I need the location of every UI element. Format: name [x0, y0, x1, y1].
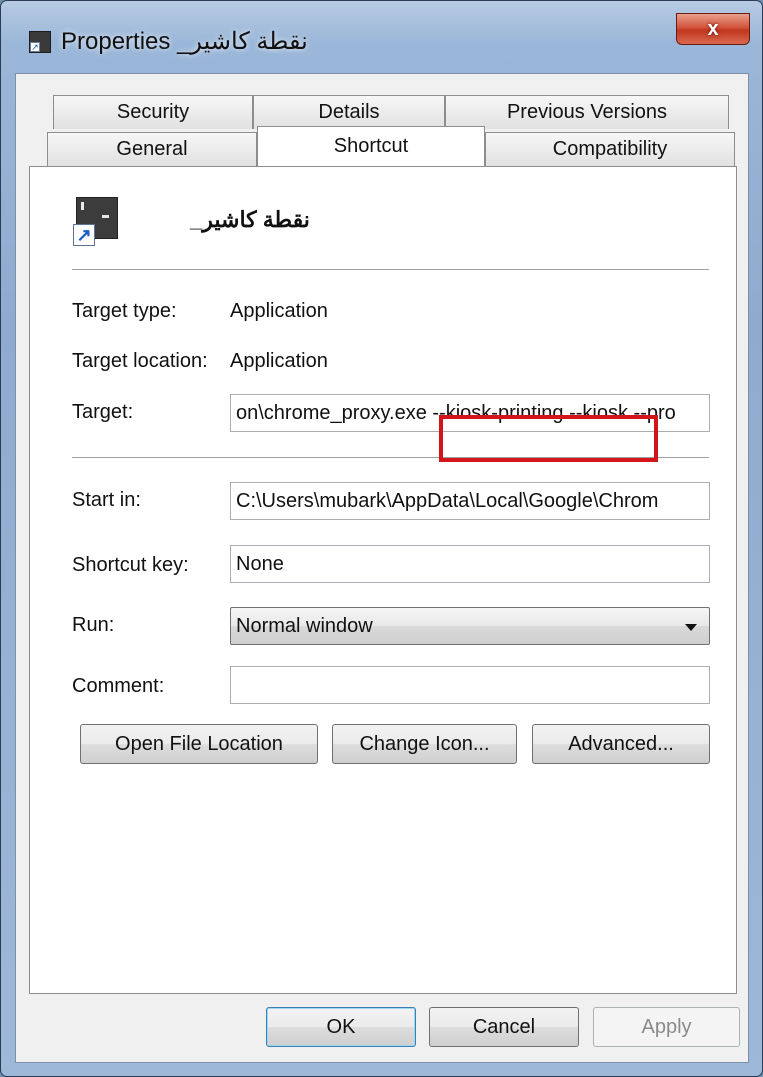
shortcut-arrow-icon: ↗: [30, 42, 40, 52]
close-button[interactable]: x: [676, 13, 750, 45]
window-title: نقطة كاشير_ Properties: [61, 28, 308, 55]
shortcut-key-input[interactable]: None: [230, 545, 710, 583]
open-file-location-button[interactable]: Open File Location: [80, 724, 318, 764]
target-type-value: Application: [230, 300, 328, 322]
tab-general[interactable]: General: [47, 132, 257, 166]
comment-input[interactable]: [230, 666, 710, 704]
apply-button[interactable]: Apply: [593, 1007, 740, 1047]
target-location-value: Application: [230, 350, 328, 372]
tab-compatibility[interactable]: Compatibility: [485, 132, 735, 166]
cancel-button[interactable]: Cancel: [429, 1007, 579, 1047]
icon-dash: [102, 215, 109, 218]
start-in-input[interactable]: C:\Users\mubark\AppData\Local\Google\Chr…: [230, 482, 710, 520]
run-select-value: Normal window: [236, 615, 373, 637]
shortcut-icon: ↗: [73, 197, 118, 246]
ok-button[interactable]: OK: [266, 1007, 416, 1047]
title-bar[interactable]: ↗ نقطة كاشير_ Properties x: [1, 1, 762, 79]
change-icon-button[interactable]: Change Icon...: [332, 724, 517, 764]
shortcut-panel: ↗ نقطة كاشير_ Target type: Application T…: [29, 166, 737, 994]
tab-security[interactable]: Security: [53, 95, 253, 129]
shortcut-arrow-icon: ↗: [73, 224, 95, 246]
app-icon: ↗: [29, 31, 51, 53]
tab-shortcut[interactable]: Shortcut: [257, 126, 485, 166]
target-location-label: Target location:: [72, 350, 208, 372]
advanced-button[interactable]: Advanced...: [532, 724, 710, 764]
shortcut-name: نقطة كاشير_: [190, 207, 310, 232]
comment-label: Comment:: [72, 675, 165, 697]
target-type-label: Target type:: [72, 300, 177, 322]
run-label: Run:: [72, 614, 115, 636]
target-label: Target:: [72, 401, 134, 423]
shortcut-key-label: Shortcut key:: [72, 554, 189, 576]
start-in-label: Start in:: [72, 489, 141, 511]
divider: [72, 457, 709, 459]
divider: [72, 269, 709, 271]
target-input[interactable]: on\chrome_proxy.exe --kiosk-printing --k…: [230, 394, 710, 432]
run-select[interactable]: Normal window: [230, 607, 710, 645]
properties-window: ↗ نقطة كاشير_ Properties x Security Deta…: [0, 0, 763, 1077]
icon-mark: [81, 202, 84, 210]
tab-details[interactable]: Details: [253, 95, 445, 129]
tab-previous-versions[interactable]: Previous Versions: [445, 95, 729, 129]
chevron-down-icon: [685, 624, 697, 631]
